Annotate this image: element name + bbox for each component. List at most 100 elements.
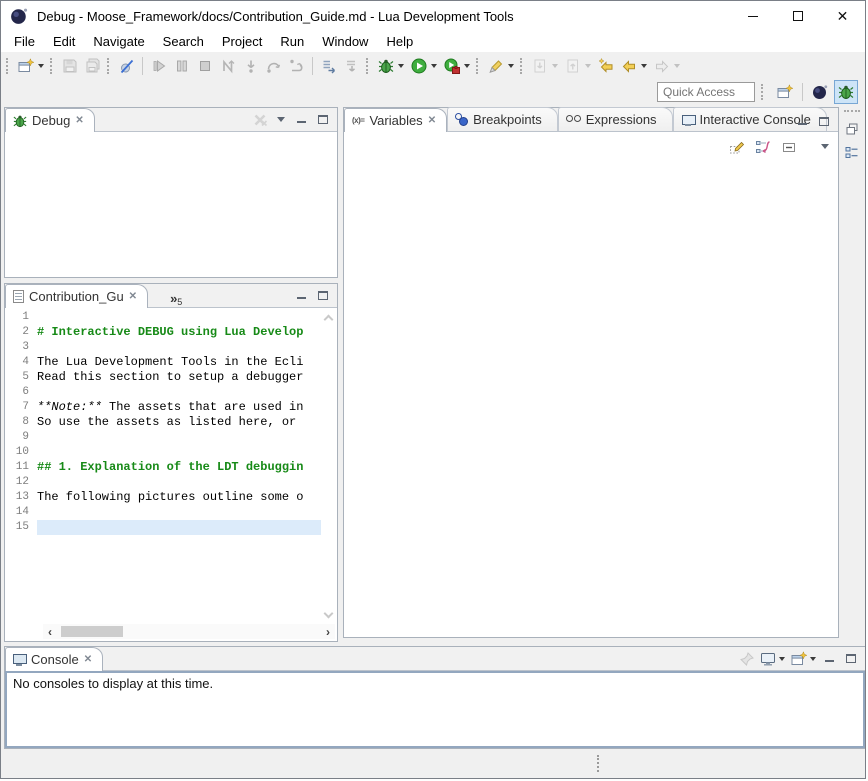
external-tools-dropdown[interactable] [464,64,470,68]
editor-line[interactable]: 2 # Interactive DEBUG using Lua Develop [5,325,321,340]
skip-all-breakpoints-button[interactable] [115,54,138,77]
drag-handle[interactable] [844,110,860,112]
drag-handle[interactable] [761,84,766,100]
menu-item[interactable]: Project [213,32,271,51]
variables-view-content[interactable] [344,160,838,637]
remove-all-terminated-button[interactable] [249,109,270,130]
line-number[interactable]: 11 [5,460,37,475]
minimize-view-button[interactable] [291,109,312,130]
run-dropdown[interactable] [431,64,437,68]
drag-handle[interactable] [520,58,525,74]
view-menu-button[interactable] [270,109,291,130]
editor-line[interactable]: 7 **Note:** The assets that are used in [5,400,321,415]
last-edit-location-button[interactable] [594,54,617,77]
editor-line[interactable]: 12 [5,475,321,490]
drag-handle[interactable] [597,755,599,772]
window-maximize-button[interactable] [775,1,820,31]
line-number[interactable]: 2 [5,325,37,340]
close-icon[interactable]: ✕ [84,654,92,665]
editor-line[interactable]: 6 [5,385,321,400]
view-menu-button[interactable] [814,136,836,157]
debug-view-content[interactable] [5,132,337,277]
drop-to-frame-button[interactable] [340,54,363,77]
pin-console-button[interactable] [736,648,757,669]
new-dropdown[interactable] [38,64,44,68]
line-number[interactable]: 4 [5,355,37,370]
maximize-view-button[interactable] [813,111,834,132]
previous-annotation-dropdown[interactable] [585,64,591,68]
step-return-button[interactable] [285,54,308,77]
step-into-button[interactable] [239,54,262,77]
ldt-perspective-button[interactable] [808,80,832,104]
line-number[interactable]: 1 [5,310,37,325]
line-number[interactable]: 14 [5,505,37,520]
drag-handle[interactable] [366,58,371,74]
disconnect-button[interactable] [216,54,239,77]
line-number[interactable]: 12 [5,475,37,490]
line-number[interactable]: 7 [5,400,37,415]
close-icon[interactable]: ✕ [428,115,436,126]
quick-access-input[interactable] [657,82,755,102]
terminate-button[interactable] [193,54,216,77]
back-dropdown[interactable] [641,64,647,68]
line-number[interactable]: 9 [5,430,37,445]
line-number[interactable]: 15 [5,520,37,535]
menu-item[interactable]: Window [313,32,377,51]
mark-occurrences-dropdown[interactable] [508,64,514,68]
show-logical-structures-button[interactable] [752,136,774,157]
menu-item[interactable]: File [5,32,44,51]
next-annotation-dropdown[interactable] [552,64,558,68]
line-number[interactable]: 3 [5,340,37,355]
scroll-left-icon[interactable]: ‹ [43,625,57,639]
back-button[interactable] [617,54,640,77]
debug-perspective-button[interactable] [834,80,858,104]
drag-handle[interactable] [50,58,55,74]
editor-line[interactable]: 9 [5,430,321,445]
editor-line[interactable]: 13 The following pictures outline some o [5,490,321,505]
next-annotation-button[interactable] [528,54,551,77]
new-button[interactable] [14,54,37,77]
scrollbar-thumb[interactable] [61,626,123,637]
line-number[interactable]: 10 [5,445,37,460]
line-number[interactable]: 6 [5,385,37,400]
scroll-up-icon[interactable] [324,315,334,325]
restore-view-button[interactable] [841,118,862,139]
editor-text-area[interactable]: 1 2 # Interactive DEBUG using Lua Develo… [5,310,321,623]
outline-view-button[interactable] [841,142,862,163]
editor-line[interactable]: 5 Read this section to setup a debugger [5,370,321,385]
app-icon[interactable] [10,7,28,25]
debug-button[interactable] [374,54,397,77]
forward-button[interactable] [650,54,673,77]
run-button[interactable] [407,54,430,77]
editor-line[interactable]: 3 [5,340,321,355]
drag-handle[interactable] [107,58,112,74]
display-console-dropdown[interactable] [779,657,785,661]
open-perspective-button[interactable] [773,80,797,104]
editor-line[interactable]: 8 So use the assets as listed here, or [5,415,321,430]
display-selected-console-button[interactable] [757,648,778,669]
maximize-view-button[interactable] [312,109,333,130]
menu-item[interactable]: Navigate [84,32,153,51]
editor-line[interactable]: 15 [5,520,321,535]
forward-dropdown[interactable] [674,64,680,68]
maximize-view-button[interactable] [840,648,861,669]
minimize-view-button[interactable] [819,648,840,669]
line-number[interactable]: 5 [5,370,37,385]
editor-line[interactable]: 10 [5,445,321,460]
show-type-names-button[interactable] [726,136,748,157]
maximize-view-button[interactable] [312,285,333,306]
open-console-dropdown[interactable] [810,657,816,661]
line-number[interactable]: 8 [5,415,37,430]
previous-annotation-button[interactable] [561,54,584,77]
tab-debug[interactable]: Debug ✕ [5,108,95,132]
save-all-button[interactable] [81,54,104,77]
step-over-button[interactable] [262,54,285,77]
menu-item[interactable]: Search [154,32,213,51]
editor-line[interactable]: 14 [5,505,321,520]
editor-line[interactable]: 1 [5,310,321,325]
editor-horizontal-scrollbar[interactable]: ‹ › [43,624,335,639]
scroll-right-icon[interactable]: › [321,625,335,639]
menu-item[interactable]: Help [377,32,422,51]
collapse-all-button[interactable] [778,136,800,157]
resume-button[interactable] [147,54,170,77]
